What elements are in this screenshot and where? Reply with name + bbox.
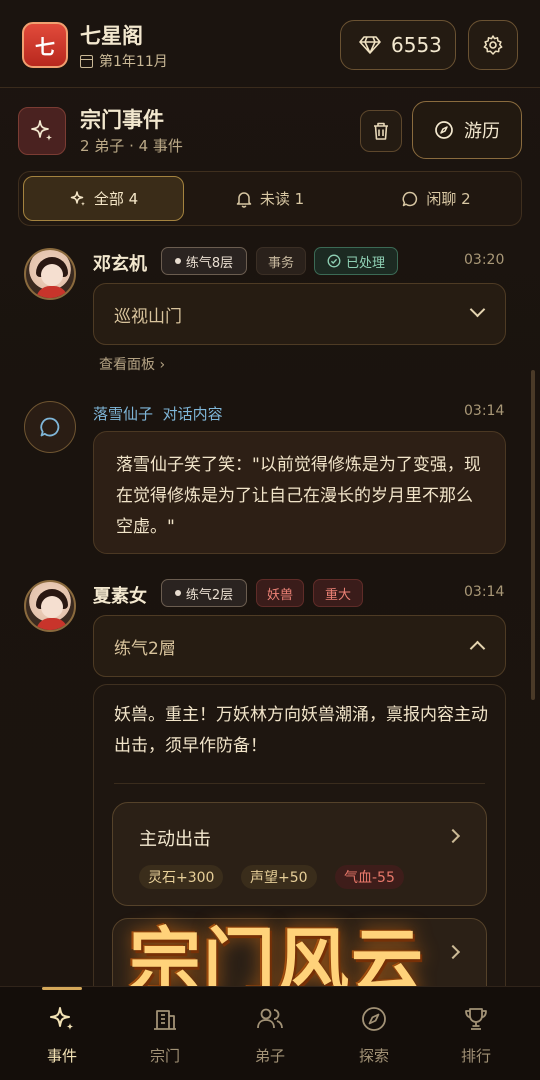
event-title: 练气2層 [114, 638, 176, 659]
travel-label: 游历 [464, 121, 500, 142]
reward-badge: 灵石+300 [139, 865, 224, 889]
nav-item-ranking[interactable]: 排行 [436, 1003, 516, 1066]
event-time: 03:14 [464, 584, 505, 600]
clear-events-button[interactable] [360, 110, 402, 152]
compass-icon [362, 1007, 386, 1031]
nav-label: 宗门 [149, 1047, 180, 1065]
chat-message: 落雪仙子笑了笑："以前觉得修炼是为了变强，现在觉得修炼是为了让自己在漫长的岁月里… [93, 431, 506, 554]
sect-logo[interactable]: 七 [22, 22, 68, 68]
nav-label: 排行 [460, 1047, 491, 1065]
gem-count: 6553 [391, 33, 442, 57]
section-subtitle: 2 弟子 · 4 事件 [80, 137, 183, 155]
reward-badge: 声望+50 [241, 865, 317, 889]
event-time: 03:14 [464, 403, 505, 419]
category-badge: 妖兽 [256, 579, 304, 607]
nav-label: 探索 [358, 1047, 389, 1065]
sparkle-icon [31, 120, 52, 141]
realm-badge: 练气8层 [161, 247, 247, 275]
people-icon [257, 1008, 283, 1029]
chat-header: 落雪仙子 对话内容 [93, 403, 223, 424]
divider [114, 783, 485, 784]
tab-all-label: 全部 4 [93, 190, 139, 208]
tab-unread-label: 未读 1 [259, 190, 305, 208]
check-circle-icon [327, 254, 341, 268]
tab-all[interactable]: 全部 4 [23, 176, 184, 221]
gear-icon [483, 35, 503, 55]
nav-label: 事件 [46, 1047, 77, 1065]
app-root: 七 七星阁 第1年11月 6553 宗门事件 2 弟子 · 4 事件 游历 全部… [0, 0, 540, 1080]
choice-title: 主动出击 [139, 829, 211, 850]
chat-bubble-icon [402, 191, 418, 206]
nav-item-disciples[interactable]: 弟子 [230, 1003, 310, 1066]
chat-bubble-icon [40, 417, 60, 437]
trash-icon [374, 122, 388, 140]
event-expanded-header[interactable]: 练气2層 [93, 615, 506, 677]
nav-item-events[interactable]: 事件 [22, 1003, 102, 1066]
tab-unread[interactable]: 未读 1 [189, 176, 350, 221]
gem-balance[interactable]: 6553 [340, 20, 456, 70]
building-icon [154, 1010, 176, 1030]
avatar[interactable] [24, 580, 76, 632]
chat-avatar [24, 401, 76, 453]
nav-item-explore[interactable]: 探索 [334, 1003, 414, 1066]
trophy-icon [465, 1008, 487, 1030]
event-description: 妖兽。重主！万妖林方向妖兽潮涌，禀报内容主动出击，须早作防备！ [114, 705, 488, 756]
status-badge: 已处理 [314, 247, 398, 275]
chevron-up-icon [469, 640, 486, 657]
category-badge: 事务 [256, 247, 306, 275]
nav-item-sect[interactable]: 宗门 [125, 1003, 205, 1066]
chat-speaker[interactable]: 落雪仙子 [93, 405, 153, 423]
reward-badge: 气血-55 [335, 865, 404, 889]
disciple-name[interactable]: 夏素女 [93, 582, 147, 608]
severity-badge: 重大 [313, 579, 363, 607]
sparkle-icon [70, 190, 85, 206]
tab-chat-label: 闲聊 2 [426, 190, 471, 208]
section-title: 宗门事件 [80, 108, 164, 132]
travel-button[interactable]: 游历 [412, 101, 522, 159]
nav-active-indicator [42, 987, 82, 990]
sect-name: 七星阁 [80, 24, 143, 48]
section-icon [18, 107, 66, 155]
event-time: 03:20 [464, 252, 505, 268]
bell-icon [236, 191, 252, 208]
compass-icon [435, 121, 453, 139]
chevron-down-icon [469, 301, 486, 318]
view-panel-link[interactable]: 查看面板 › [99, 354, 165, 374]
avatar[interactable] [24, 248, 76, 300]
choice-option[interactable]: 主动出击 灵石+300 声望+50 气血-55 [112, 802, 487, 906]
scrollbar[interactable] [531, 370, 535, 700]
chat-type: 对话内容 [162, 405, 223, 423]
tab-chat[interactable]: 闲聊 2 [355, 176, 517, 221]
calendar-icon [80, 54, 93, 68]
bottom-nav: 事件 宗门 弟子 探索 排行 [0, 986, 540, 1080]
chevron-right-icon [445, 828, 461, 844]
nav-label: 弟子 [254, 1047, 285, 1065]
game-date-text: 第1年11月 [99, 54, 168, 70]
disciple-name[interactable]: 邓玄机 [93, 250, 147, 276]
event-collapsed-header[interactable]: 巡视山门 [93, 283, 506, 345]
settings-button[interactable] [468, 20, 518, 70]
sparkle-icon [50, 1007, 74, 1030]
game-date: 第1年11月 [80, 51, 168, 71]
top-bar: 七 七星阁 第1年11月 6553 [0, 0, 540, 88]
diamond-icon [359, 36, 381, 54]
event-title: 巡视山门 [114, 306, 182, 327]
realm-badge: 练气2层 [161, 579, 247, 607]
filter-tabs: 全部 4 未读 1 闲聊 2 [18, 171, 522, 226]
